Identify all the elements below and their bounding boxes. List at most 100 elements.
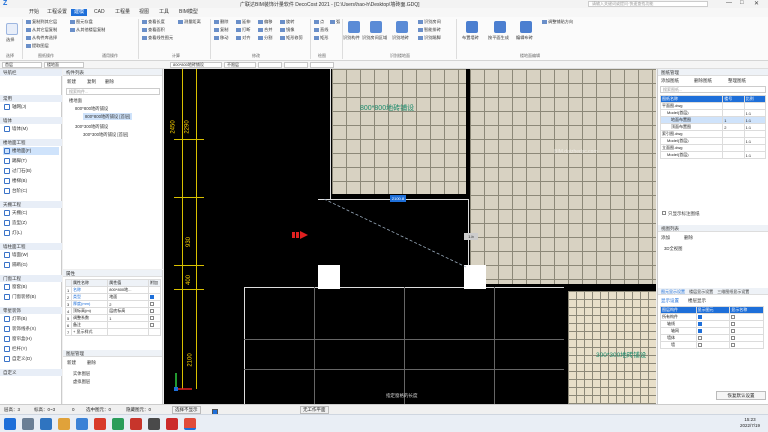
edit-tile-icon[interactable] (520, 21, 532, 33)
break-button[interactable]: 打断 (242, 27, 250, 32)
nav-item-lamp[interactable]: 灯(L) (3, 229, 59, 237)
drawing-row[interactable]: 平面图.dwg (659, 102, 767, 110)
tab-tools[interactable]: 工具 (156, 9, 172, 16)
edge-browser-icon[interactable] (76, 418, 88, 430)
display-row[interactable]: 轴网 (660, 327, 764, 335)
tab-project-settings[interactable]: 工程设置 (44, 9, 70, 16)
app-icon[interactable] (148, 418, 160, 430)
nav-item-axis[interactable]: 轴网(J) (3, 103, 59, 111)
tab-modeling[interactable]: 建模 (71, 9, 88, 16)
nav-item-stairs[interactable]: 楼梯(B) (3, 177, 59, 185)
close-button[interactable]: ✕ (754, 0, 759, 7)
show-name-checkbox[interactable] (729, 313, 764, 321)
extend-button[interactable]: 延伸 (242, 19, 250, 24)
floor-select[interactable]: 首层 (2, 62, 42, 68)
checkbox-checked-icon[interactable] (150, 294, 154, 299)
tab-cad[interactable]: CAD (91, 9, 108, 16)
from-other-floor-button[interactable]: 从其它层复制 (32, 27, 57, 32)
recognize-component-icon[interactable] (348, 21, 360, 33)
decocost-taskbar-icon[interactable] (184, 418, 196, 430)
tab-view[interactable]: 视图 (136, 9, 152, 16)
file-explorer-icon[interactable] (58, 418, 70, 430)
checkbox-checked-icon[interactable] (697, 314, 702, 319)
drawing-row[interactable]: 索引图.dwg (659, 130, 767, 138)
property-row[interactable]: 4 顶标高(m) 层底标高 (65, 307, 161, 315)
draw-rect-button[interactable]: 矩形 (320, 35, 328, 40)
show-element-checkbox[interactable] (695, 327, 731, 335)
drawing-row[interactable]: 立面图.dwg (659, 144, 767, 152)
tree-node-800-floor1[interactable]: 800*800地砖铺设 [首层] (83, 113, 133, 120)
search-icon[interactable] (22, 418, 34, 430)
checkbox-icon[interactable] (150, 308, 154, 313)
property-value[interactable]: 地面 (107, 293, 149, 301)
align-button[interactable]: 对齐 (242, 35, 250, 40)
show-name-checkbox[interactable] (729, 334, 764, 342)
checkbox-icon[interactable] (150, 322, 154, 327)
tree-node-800[interactable]: 800*800地砖铺设 (75, 105, 108, 112)
nav-item-curtain-box[interactable]: 窗帘盒(H) (3, 335, 59, 343)
nav-item-partition[interactable]: 隔断(G) (3, 261, 59, 269)
nav-group-ceiling[interactable]: 天棚工程 (0, 201, 62, 208)
nav-group-floor[interactable]: 楼地面工程 (0, 139, 62, 146)
property-value[interactable]: 800*800地... (107, 286, 149, 294)
display-row[interactable]: 所有构件 (660, 313, 764, 321)
property-row[interactable]: 6 备注 (65, 321, 161, 329)
app-icon[interactable] (94, 418, 106, 430)
strip-field-6[interactable] (284, 62, 308, 68)
show-element-checkbox[interactable] (695, 313, 731, 321)
task-view-icon[interactable] (40, 418, 52, 430)
copy-from-floor-button[interactable]: 从其他楼层复制 (76, 27, 105, 32)
nav-item-window-casing[interactable]: 窗套(B) (3, 283, 59, 291)
checkbox-icon[interactable] (731, 314, 736, 319)
recognize-room-area-button[interactable]: 识别房间区域 (362, 35, 387, 41)
display-row[interactable]: 墙 (660, 341, 764, 349)
property-value[interactable] (107, 321, 149, 329)
query-linear-button[interactable]: 查看线性图元 (148, 35, 173, 40)
draw-arc-button[interactable]: 弧 (336, 19, 340, 24)
tile-area-800[interactable] (332, 69, 466, 194)
rect-trim-button[interactable]: 矩形修剪 (286, 35, 303, 40)
nav-item-skirting[interactable]: 踢脚(T) (3, 157, 59, 165)
drawing-row[interactable]: Model(首层) 1:1 (659, 151, 767, 159)
delete-component-button[interactable]: 删除 (105, 79, 114, 85)
split-button[interactable]: 分割 (264, 35, 272, 40)
query-area-button[interactable]: 查看面积 (148, 27, 165, 32)
nav-group-custom[interactable]: 自定义 (0, 369, 62, 376)
generate-by-plan-icon[interactable] (494, 21, 506, 33)
query-length-button[interactable]: 查看长度 (148, 19, 165, 24)
delete-drawing-button[interactable]: 删除图纸 (694, 78, 712, 84)
minimize-button[interactable]: — (726, 0, 732, 6)
subtab-floor-display[interactable]: 楼层显示 (688, 298, 706, 304)
show-element-checkbox[interactable] (695, 320, 731, 328)
tile-area-800-right[interactable] (470, 69, 656, 284)
nav-item-floor[interactable]: 楼地面(F) (3, 147, 59, 155)
strip-field-7[interactable] (310, 62, 334, 68)
tile-area-300[interactable] (568, 291, 656, 404)
tree-node-floor[interactable]: 楼地面 (69, 97, 82, 104)
property-extra-checkbox[interactable] (148, 300, 161, 308)
drawing-search-input[interactable]: 搜索图纸... (660, 86, 766, 93)
checkbox-icon[interactable] (150, 315, 154, 320)
smart-layout-button[interactable]: 智能排砖 (424, 27, 441, 32)
subtab-display-settings[interactable]: 显示设置 (661, 298, 679, 304)
help-search-input[interactable]: 请输入关键词或提问·快速查找功能 (588, 1, 708, 7)
nav-item-custom[interactable]: 自定义(D) (3, 355, 59, 363)
drawing-row[interactable]: Model(首层) 1:1 (659, 137, 767, 145)
recognize-skirting-button[interactable]: 识别踢脚 (424, 35, 441, 40)
windows-start-icon[interactable] (4, 418, 16, 430)
tab-floor-display[interactable]: 楼层显示设置 (689, 289, 713, 294)
strip-field-5[interactable] (258, 62, 282, 68)
property-extra-checkbox[interactable] (148, 321, 161, 329)
property-extra-checkbox[interactable] (148, 314, 161, 322)
property-name[interactable]: + 显示样式 (70, 328, 109, 336)
rotate-button[interactable]: 旋转 (286, 19, 294, 24)
tab-element-display[interactable]: 图元显示设置 (661, 289, 685, 294)
tree-node-300[interactable]: 300*300地砖铺设 (75, 123, 108, 130)
only-marked-checkbox[interactable]: 只显示标注图纸 (662, 211, 700, 217)
nav-group-door-window[interactable]: 门窗工程 (0, 275, 62, 282)
checkbox-icon[interactable] (731, 342, 736, 347)
type-select[interactable]: 楼地面 (44, 62, 84, 68)
wechat-icon[interactable] (112, 418, 124, 430)
drawing-canvas[interactable]: 2450 2290 930 400 2100 800*800地砖铺设 300*3… (164, 69, 656, 404)
drawing-row[interactable]: 地面布置图 1 1:1 (659, 116, 767, 124)
